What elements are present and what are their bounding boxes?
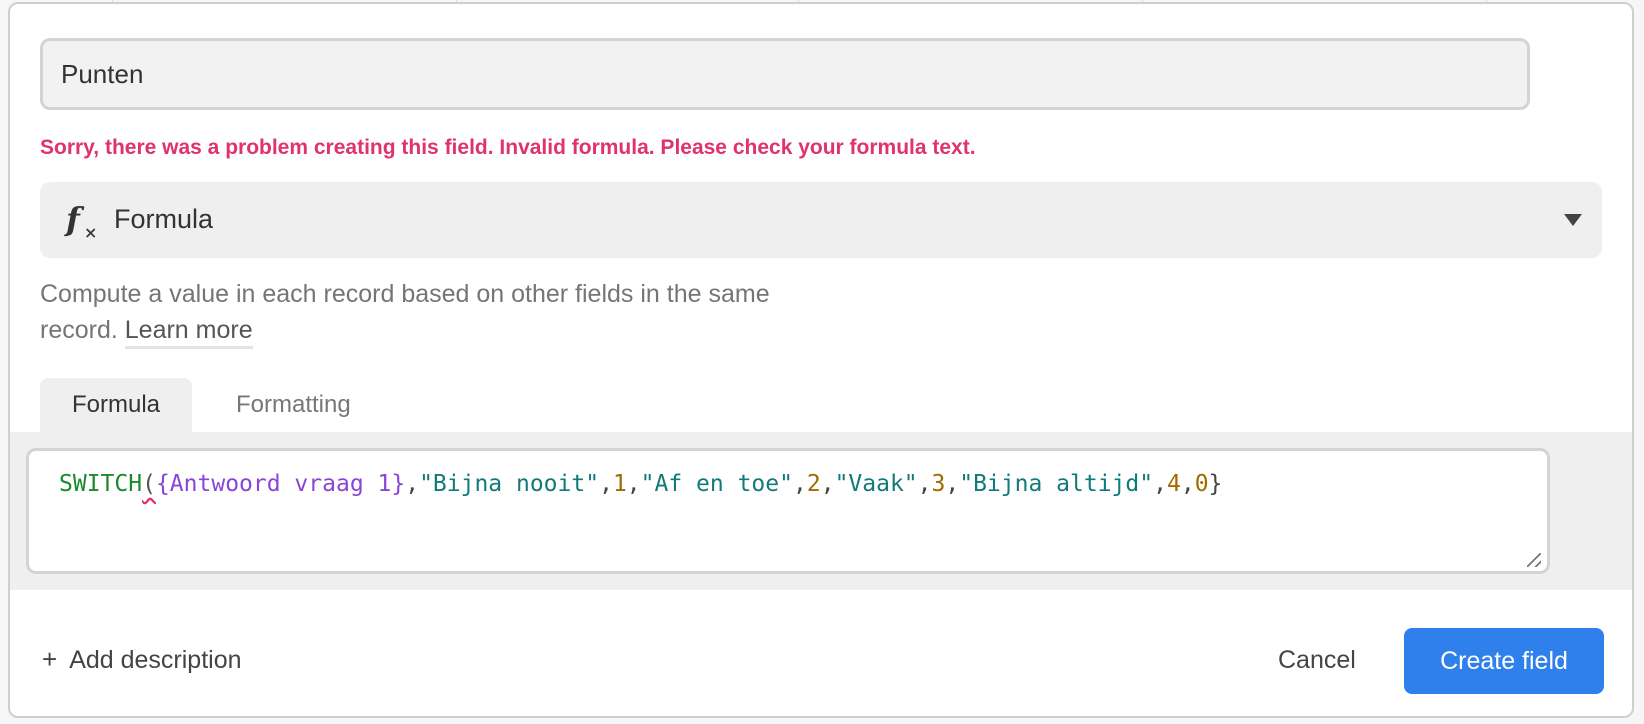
formula-editor-panel: SWITCH({Antwoord vraag 1},"Bijna nooit",…	[10, 432, 1632, 590]
formula-separator: ,	[626, 471, 641, 497]
formula-string: "Vaak"	[834, 471, 918, 497]
formula-separator: ,	[1180, 471, 1195, 497]
formula-field-ref: {Antwoord vraag 1}	[155, 471, 406, 497]
field-type-description: Compute a value in each record based on …	[40, 276, 840, 349]
field-name-value[interactable]: Punten	[61, 59, 143, 89]
formula-separator: ,	[945, 471, 960, 497]
plus-icon: +	[42, 644, 58, 674]
formula-number: 2	[806, 471, 821, 497]
formula-string: "Af en toe"	[640, 471, 793, 497]
formula-separator: ,	[792, 471, 807, 497]
learn-more-link[interactable]: Learn more	[124, 316, 253, 349]
formula-number: 1	[612, 471, 627, 497]
formula-close-brace: }	[1208, 471, 1223, 497]
formula-separator: ,	[917, 471, 932, 497]
create-field-button[interactable]: Create field	[1404, 628, 1604, 694]
formula-separator: ,	[1153, 471, 1167, 497]
formula-string: "Bijna nooit"	[419, 471, 600, 497]
field-type-label: Formula	[114, 204, 214, 234]
tab-formula[interactable]: Formula	[40, 378, 193, 434]
formula-number: 3	[931, 471, 946, 497]
formula-open-paren: (	[142, 471, 156, 497]
cancel-button[interactable]: Cancel	[1278, 646, 1356, 675]
resize-handle-icon[interactable]	[1527, 553, 1541, 567]
formula-function-name: SWITCH	[59, 471, 143, 497]
chevron-down-icon[interactable]	[1564, 214, 1582, 226]
error-message: Sorry, there was a problem creating this…	[40, 136, 976, 159]
add-description-button[interactable]: + Add description	[42, 644, 242, 675]
field-config-dialog: Punten Sorry, there was a problem creati…	[8, 2, 1634, 718]
formula-string: "Bijna altijd"	[959, 471, 1154, 497]
formula-number: 4	[1166, 471, 1181, 497]
add-description-label: Add description	[69, 646, 242, 674]
formula-separator: ,	[599, 471, 613, 497]
field-type-select[interactable]: f × Formula	[40, 182, 1602, 258]
tab-formatting[interactable]: Formatting	[204, 378, 383, 434]
field-name-input[interactable]: Punten	[40, 38, 1530, 110]
formula-number: 0	[1194, 471, 1209, 497]
formula-textarea[interactable]: SWITCH({Antwoord vraag 1},"Bijna nooit",…	[26, 448, 1550, 574]
formula-separator: ,	[405, 471, 420, 497]
formula-separator: ,	[820, 471, 835, 497]
formula-fx-icon: f ×	[66, 200, 98, 242]
